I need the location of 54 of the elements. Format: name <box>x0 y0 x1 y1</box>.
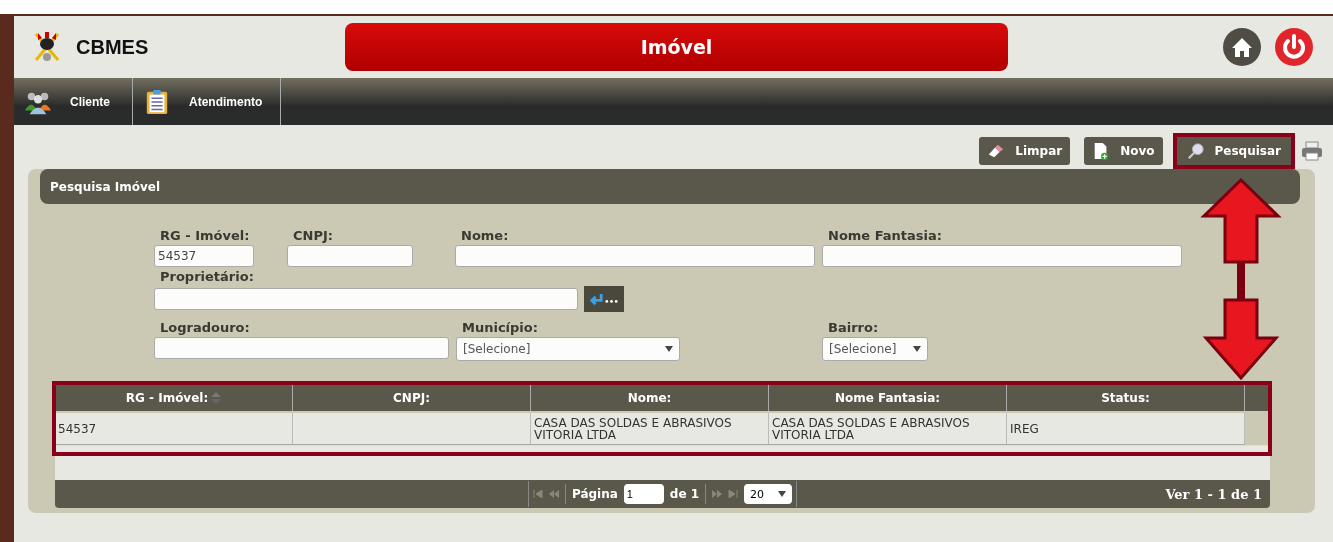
table-cell: CASA DAS SOLDAS E ABRASIVOS VITORIA LTDA <box>769 413 1007 444</box>
emblem-icon <box>32 30 62 64</box>
field-label: Nome Fantasia: <box>827 228 943 245</box>
eraser-icon <box>987 142 1006 160</box>
last-page-icon[interactable] <box>728 490 739 498</box>
column-header[interactable]: RG - Imóvel: <box>55 385 293 411</box>
toolbar-button[interactable]: Novo <box>1084 137 1163 165</box>
table-cell: 54537 <box>55 413 293 444</box>
power-icon[interactable] <box>1275 28 1313 66</box>
dropdown-caret-icon <box>665 346 673 352</box>
column-header[interactable]: CNPJ: <box>293 385 531 411</box>
column-header[interactable]: Status: <box>1007 385 1245 411</box>
previous-page-icon[interactable] <box>548 490 559 498</box>
table-cell: IREG <box>1007 413 1245 444</box>
search-icon <box>1186 142 1205 160</box>
first-page-icon[interactable] <box>532 490 543 498</box>
enter-arrow-icon <box>588 291 620 307</box>
field-label: CNPJ: <box>292 228 334 245</box>
input-field[interactable]: 54537 <box>154 245 254 267</box>
dropdown-caret-icon <box>913 346 921 352</box>
dropdown-caret-icon <box>778 491 787 497</box>
input-field[interactable] <box>455 245 815 267</box>
field-label: Município: <box>461 320 539 337</box>
select-field[interactable]: [Selecione] <box>456 337 680 361</box>
input-field[interactable] <box>154 337 449 359</box>
page-size-select[interactable]: 20 <box>744 484 793 504</box>
input-field[interactable] <box>822 245 1182 267</box>
field-label: Bairro: <box>827 320 880 337</box>
select-field[interactable]: [Selecione] <box>822 337 928 361</box>
sort-icon <box>211 392 222 404</box>
next-page-icon[interactable] <box>712 490 723 498</box>
panel-title: Pesquisa Imóvel <box>40 169 1300 204</box>
input-field[interactable] <box>287 245 413 267</box>
field-label: Nome: <box>460 228 510 245</box>
column-header[interactable]: Nome Fantasia: <box>769 385 1007 411</box>
printer-icon[interactable] <box>1301 141 1323 161</box>
column-header[interactable]: Nome: <box>531 385 769 411</box>
field-label: Proprietário: <box>159 269 255 286</box>
field-label: Logradouro: <box>159 320 251 337</box>
nav-item[interactable]: Atendimento <box>133 78 282 125</box>
page-title: Imóvel <box>345 23 1008 71</box>
record-count: Ver 1 - 1 de 1 <box>1165 486 1262 502</box>
nav-item[interactable]: Cliente <box>14 78 133 125</box>
input-field[interactable] <box>154 288 578 310</box>
lookup-button[interactable] <box>584 286 624 312</box>
brand-name: CBMES <box>76 35 149 59</box>
table-cell: CASA DAS SOLDAS E ABRASIVOS VITORIA LTDA <box>531 413 769 444</box>
home-icon[interactable] <box>1223 28 1261 66</box>
toolbar-button[interactable]: Limpar <box>979 137 1071 165</box>
page-field[interactable]: 1 <box>623 484 664 504</box>
page-count: de 1 <box>669 487 700 501</box>
page-label: Página <box>571 487 618 501</box>
field-label: RG - Imóvel: <box>159 228 251 245</box>
new-document-icon <box>1092 142 1111 160</box>
